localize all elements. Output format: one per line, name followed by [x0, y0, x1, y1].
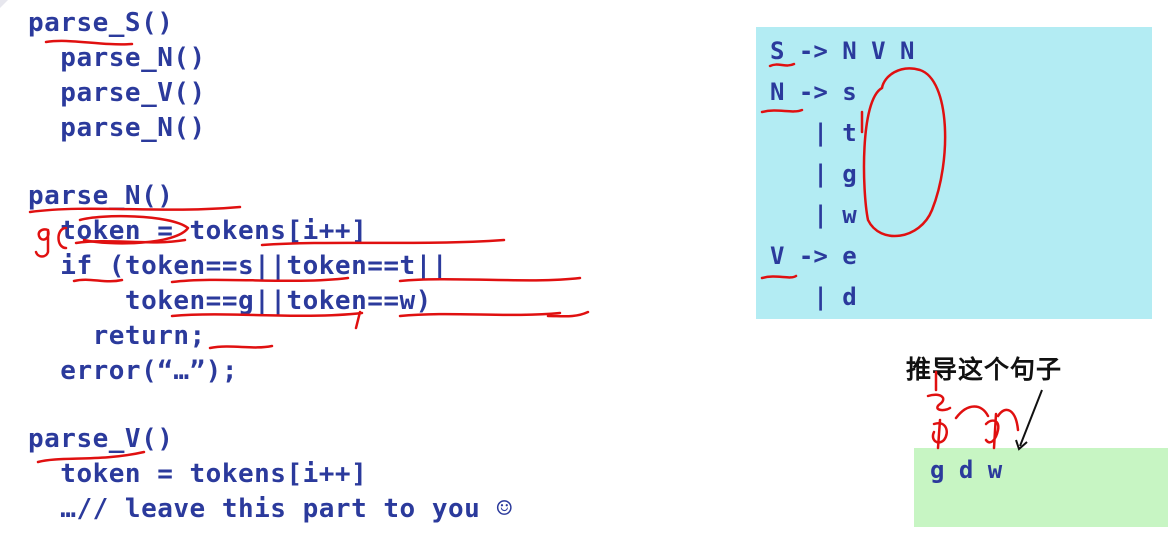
underline-parse-n — [28, 205, 242, 214]
underline-token-eq-t — [398, 276, 582, 283]
derivation-step — [926, 393, 952, 412]
underline-return — [208, 344, 274, 350]
underline-token-eq-w — [398, 311, 562, 318]
underline-if — [72, 278, 124, 283]
underline-token-eq-s — [170, 276, 350, 284]
circle-token — [78, 214, 190, 245]
pointer-arrow — [1019, 389, 1043, 447]
handwritten-g — [34, 228, 50, 258]
underline-token-eq-g — [170, 311, 364, 318]
underline-grammar-v — [760, 274, 798, 280]
handwritten-annotations — [28, 39, 1043, 464]
underline-parse-v — [36, 450, 146, 464]
oval-terminals — [862, 67, 947, 238]
underline-grammar-n — [760, 108, 804, 114]
arc-gd — [954, 405, 990, 420]
scribble-d — [984, 412, 1000, 450]
bracket-mark — [57, 226, 68, 250]
underline-grammar-s — [768, 62, 796, 68]
scribble-g — [931, 418, 948, 450]
underline-tokens-i — [260, 238, 506, 247]
arc-dw — [996, 408, 1020, 432]
underline-parse-s — [44, 39, 134, 46]
